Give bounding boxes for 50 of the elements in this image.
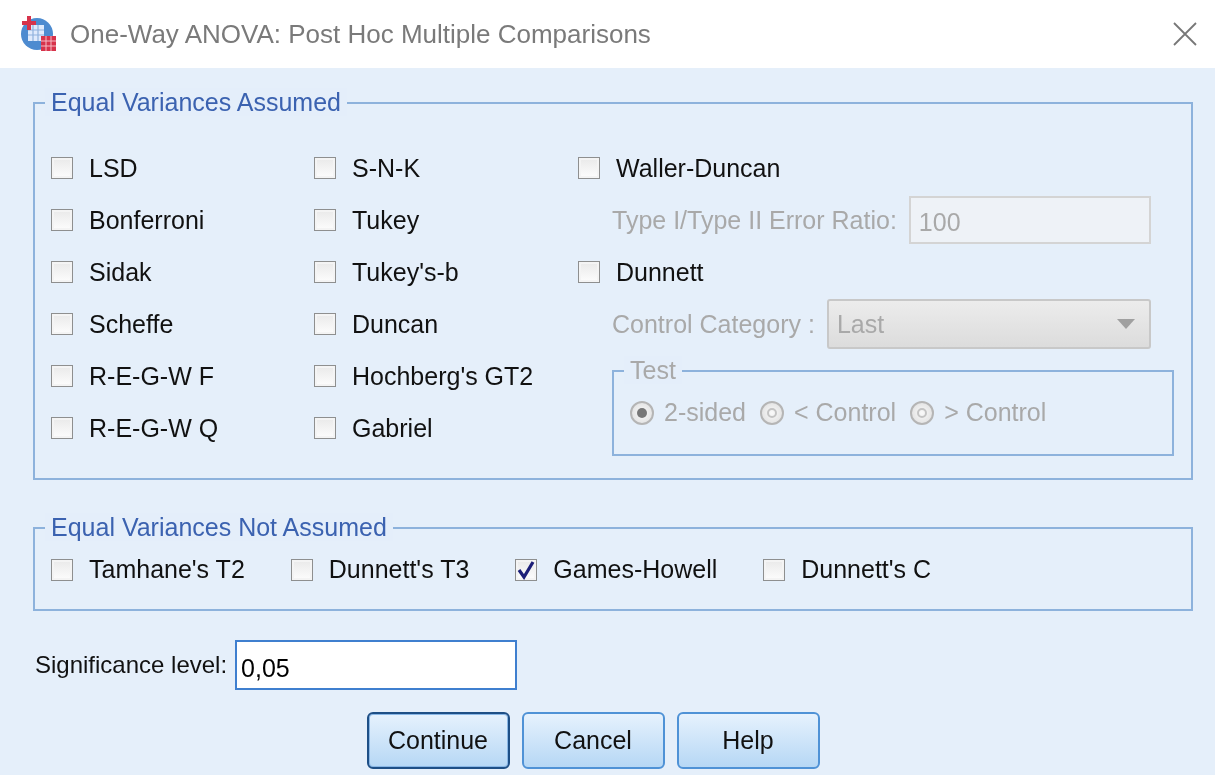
- checkbox-label: Tukey's-b: [352, 257, 459, 287]
- checkbox[interactable]: [314, 261, 336, 283]
- checkbox-label: Dunnett's C: [801, 555, 932, 584]
- field-label: Significance level:: [35, 651, 228, 679]
- checkbox-label: Tukey: [352, 205, 420, 235]
- checkbox[interactable]: [578, 157, 600, 179]
- checkbox[interactable]: [314, 365, 336, 387]
- checkbox[interactable]: [51, 417, 73, 439]
- checkbox-label: Duncan: [352, 309, 439, 339]
- significance-field[interactable]: 0,05: [235, 640, 518, 690]
- close-icon[interactable]: [1173, 22, 1197, 46]
- checkbox-label: Games-Howell: [553, 555, 718, 584]
- checkbox-label: Tamhane's T2: [89, 555, 245, 584]
- caret-icon: [1116, 319, 1135, 329]
- checkbox-label: R-E-G-W F: [89, 361, 214, 391]
- window-title: One-Way ANOVA: Post Hoc Multiple Comparisons: [70, 18, 652, 50]
- checkbox-label: S-N-K: [352, 153, 421, 183]
- checkbox[interactable]: [515, 558, 538, 581]
- checkbox-label: Gabriel: [352, 413, 433, 443]
- checkbox-label: Waller-Duncan: [616, 153, 781, 183]
- checkbox-label: Dunnett's T3: [328, 555, 470, 584]
- checkbox[interactable]: [51, 261, 73, 283]
- checkbox[interactable]: [314, 157, 336, 179]
- checkbox[interactable]: [578, 261, 600, 283]
- checkbox[interactable]: [51, 558, 73, 581]
- dialog-button[interactable]: Help: [676, 712, 820, 769]
- checkbox-label: Scheffe: [89, 309, 174, 339]
- dropdown-label: Control Category :: [612, 309, 815, 339]
- checkbox-label: Dunnett: [616, 257, 704, 287]
- checkbox-label: Hochberg's GT2: [352, 361, 534, 391]
- checkbox-label: R-E-G-W Q: [89, 413, 219, 443]
- checkbox[interactable]: [290, 558, 313, 581]
- checkbox[interactable]: [314, 313, 336, 335]
- radio-label: 2-sided: [664, 398, 746, 427]
- checkbox[interactable]: [51, 365, 73, 387]
- checkbox[interactable]: [51, 157, 73, 179]
- checkbox[interactable]: [51, 313, 73, 335]
- dialog-button[interactable]: Cancel: [521, 712, 665, 769]
- radio-label: < Control: [794, 398, 897, 427]
- field-label: Type I/Type II Error Ratio:: [612, 205, 897, 235]
- checkbox-label: Sidak: [89, 257, 152, 287]
- checkbox[interactable]: [763, 558, 786, 581]
- checkbox[interactable]: [314, 209, 336, 231]
- checkbox[interactable]: [51, 209, 73, 231]
- table-icon: [20, 15, 58, 53]
- radio-label: > Control: [944, 398, 1047, 427]
- checkbox-label: Bonferroni: [89, 205, 205, 235]
- checkbox-label: LSD: [89, 153, 138, 183]
- dialog-button[interactable]: Continue: [366, 712, 510, 769]
- checkbox[interactable]: [314, 417, 336, 439]
